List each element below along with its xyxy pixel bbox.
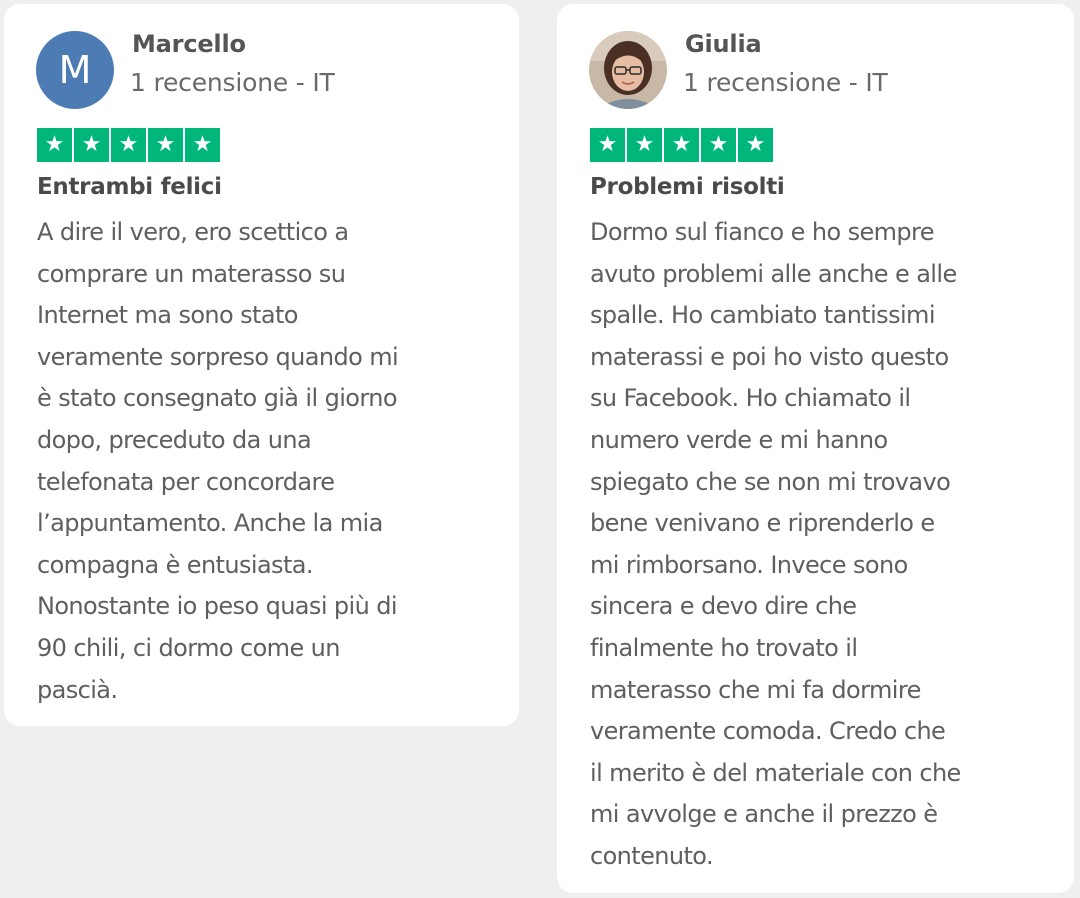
avatar: M [36, 31, 114, 109]
review-body-line: mi avvolge e anche il prezzo è [590, 800, 938, 829]
review-body-line: 90 chili, ci dormo come un [37, 633, 340, 662]
review-body-line: materassi e poi ho visto questo [590, 342, 949, 371]
review-body-line: materasso che mi fa dormire [590, 675, 921, 704]
review-body-line: veramente comoda. Credo che [590, 717, 946, 746]
review-body-line: bene venivano e riprenderlo e [590, 509, 935, 538]
woman-with-glasses-photo [589, 31, 667, 109]
star-icon: ★ [37, 128, 72, 162]
review-body-line: Internet ma sono stato [37, 301, 298, 330]
review-body-line: veramente sorpreso quando mi [37, 342, 399, 371]
review-body-line: spalle. Ho cambiato tantissimi [590, 301, 936, 330]
review-body-line: A dire il vero, ero scettico a [37, 218, 349, 246]
star-icon: ★ [627, 128, 662, 162]
review-body: A dire il vero, ero scettico a comprare … [37, 212, 399, 711]
review-body-line: telefonata per concordare [37, 467, 335, 496]
reviewer-name[interactable]: Giulia [685, 30, 762, 58]
review-title: Problemi risolti [590, 174, 785, 200]
review-body-line: comprare un materasso su [37, 259, 346, 288]
reviewer-meta: 1 recensione - IT [683, 68, 888, 97]
review-body-line: Dormo sul fianco e ho sempre [590, 218, 935, 246]
review-body-line: numero verde e mi hanno [590, 425, 888, 454]
star-rating: ★ ★ ★ ★ ★ [590, 128, 773, 162]
star-icon: ★ [148, 128, 183, 162]
review-body-line: Nonostante io peso quasi più di [37, 592, 398, 621]
star-icon: ★ [664, 128, 699, 162]
review-title: Entrambi felici [37, 174, 222, 200]
review-body-line: è stato consegnato già il giorno [37, 384, 398, 413]
star-icon: ★ [701, 128, 736, 162]
review-body-line: dopo, preceduto da una [37, 425, 312, 454]
avatar [589, 31, 667, 109]
review-body-line: su Facebook. Ho chiamato il [590, 384, 911, 413]
star-icon: ★ [74, 128, 109, 162]
review-body-line: avuto problemi alle anche e alle [590, 259, 957, 288]
review-body-line: pascià. [37, 675, 118, 704]
review-body-line: finalmente ho trovato il [590, 633, 858, 662]
review-body-line: mi rimborsano. Invece sono [590, 550, 908, 579]
review-body: Dormo sul fianco e ho sempre avuto probl… [590, 212, 961, 878]
review-card-giulia: Giulia 1 recensione - IT ★ ★ ★ ★ ★ Probl… [557, 4, 1074, 893]
reviewer-name[interactable]: Marcello [132, 30, 246, 58]
review-body-line: l’appuntamento. Anche la mia [37, 509, 383, 538]
review-card-marcello: M Marcello 1 recensione - IT ★ ★ ★ ★ ★ E… [4, 4, 519, 726]
review-body-line: sincera e devo dire che [590, 592, 857, 621]
review-body-line: compagna è entusiasta. [37, 550, 314, 579]
reviewer-meta: 1 recensione - IT [130, 68, 335, 97]
review-body-line: contenuto. [590, 841, 714, 870]
star-icon: ★ [738, 128, 773, 162]
review-body-line: il merito è del materiale con che [590, 758, 961, 787]
star-icon: ★ [590, 128, 625, 162]
star-rating: ★ ★ ★ ★ ★ [37, 128, 220, 162]
star-icon: ★ [185, 128, 220, 162]
review-body-line: spiegato che se non mi trovavo [590, 467, 951, 496]
star-icon: ★ [111, 128, 146, 162]
